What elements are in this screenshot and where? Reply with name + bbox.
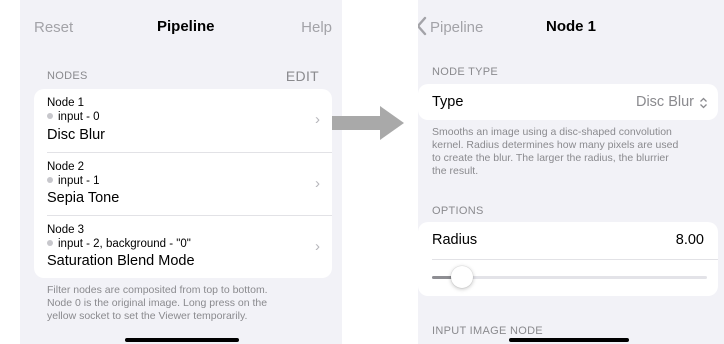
description-line: the result.: [432, 165, 479, 177]
footer-line: Filter nodes are composited from top to …: [47, 284, 268, 296]
radius-slider[interactable]: [418, 260, 718, 296]
radius-label: Radius: [432, 232, 478, 248]
options-card: Radius 8.00: [418, 222, 718, 296]
nodes-section-header: NODES: [47, 70, 88, 82]
slider-thumb[interactable]: [451, 266, 473, 288]
options-section-header: OPTIONS: [432, 205, 484, 217]
pipeline-screen: Reset Pipeline Help NODES EDIT Node 1 in…: [20, 0, 342, 344]
node-filter-name: Disc Blur: [47, 127, 106, 143]
arrow-right-icon: [332, 106, 404, 140]
chevron-right-icon: ›: [315, 111, 320, 128]
nodes-footer: Filter nodes are composited from top to …: [47, 284, 268, 323]
help-button[interactable]: Help: [301, 19, 332, 36]
node-filter-name: Saturation Blend Mode: [47, 253, 195, 269]
node-title: Node 1: [47, 97, 85, 109]
chevron-left-icon: [418, 16, 427, 36]
node-description: Smooths an image using a disc-shaped con…: [432, 126, 678, 178]
node-input-text: input - 1: [58, 175, 100, 187]
node-type-card: Type Disc Blur: [418, 84, 718, 120]
back-label: Pipeline: [430, 19, 484, 36]
reset-button[interactable]: Reset: [34, 19, 73, 36]
edit-button[interactable]: EDIT: [286, 68, 319, 84]
home-indicator: [125, 338, 239, 342]
description-line: kernel. Radius determines how many pixel…: [432, 139, 679, 151]
node-input-text: input - 0: [58, 111, 100, 123]
footer-line: yellow socket to set the Viewer temporar…: [47, 310, 248, 322]
socket-dot-icon[interactable]: [47, 177, 53, 183]
navigation-bar: Pipeline Node 1: [418, 0, 724, 56]
navigation-bar: Reset Pipeline Help: [20, 0, 342, 56]
node-input-line: input - 2, background - "0": [47, 238, 191, 250]
node-row-3[interactable]: Node 3 input - 2, background - "0" Satur…: [34, 216, 332, 278]
node-row-2[interactable]: Node 2 input - 1 Sepia Tone ›: [34, 153, 332, 215]
description-line: to create the blur. The larger the radiu…: [432, 152, 669, 164]
node-row-1[interactable]: Node 1 input - 0 Disc Blur ›: [34, 89, 332, 152]
node-input-text: input - 2, background - "0": [58, 238, 191, 250]
page-title: Node 1: [546, 18, 597, 35]
node-detail-screen: Pipeline Node 1 NODE TYPE Type Disc Blur…: [418, 0, 724, 344]
type-select-row[interactable]: Type Disc Blur: [418, 84, 718, 120]
chevron-right-icon: ›: [315, 175, 320, 192]
slider-track[interactable]: [432, 276, 707, 279]
home-indicator: [509, 338, 629, 342]
description-line: Smooths an image using a disc-shaped con…: [432, 126, 672, 138]
up-down-chevron-icon: [700, 97, 707, 109]
node-filter-name: Sepia Tone: [47, 190, 120, 206]
node-title: Node 3: [47, 224, 85, 236]
radius-row: Radius 8.00: [418, 222, 718, 259]
page-title: Pipeline: [157, 18, 215, 35]
socket-dot-icon[interactable]: [47, 240, 53, 246]
node-input-line: input - 1: [47, 175, 100, 187]
footer-line: Node 0 is the original image. Long press…: [47, 297, 268, 309]
radius-value: 8.00: [675, 232, 704, 248]
type-label: Type: [432, 94, 464, 110]
socket-dot-icon[interactable]: [47, 113, 53, 119]
nodes-list: Node 1 input - 0 Disc Blur › Node 2 inpu…: [34, 89, 332, 278]
type-value: Disc Blur: [635, 94, 694, 110]
node-type-section-header: NODE TYPE: [432, 66, 499, 78]
node-input-line: input - 0: [47, 111, 100, 123]
input-image-node-section-header: INPUT IMAGE NODE: [432, 325, 543, 337]
chevron-right-icon: ›: [315, 238, 320, 255]
node-title: Node 2: [47, 161, 85, 173]
